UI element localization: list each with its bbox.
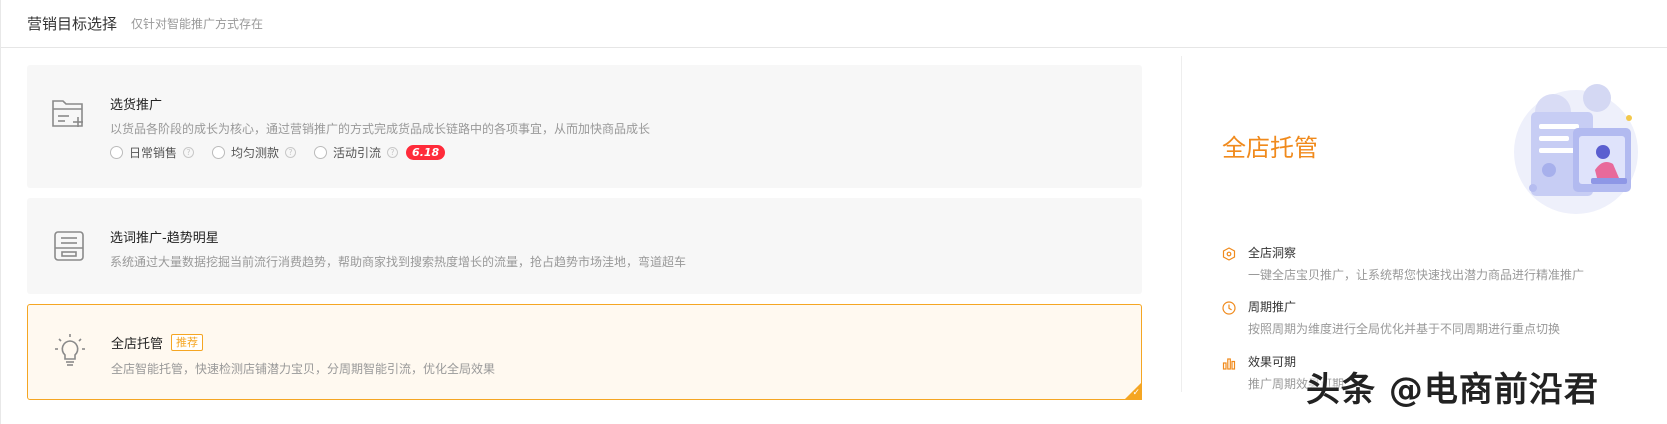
promotion-options: 日常销售 ? 均匀测款 ? 活动引流 ? 6.18 (110, 144, 446, 161)
card-title-row: 全店托管 推荐 (111, 333, 204, 352)
card-description: 以货品各阶段的成长为核心，通过营销推广的方式完成货品成长链路中的各项事宜，从而加… (110, 122, 651, 136)
recommend-badge: 推荐 (171, 334, 204, 351)
bar-chart-icon (1222, 355, 1236, 370)
clock-icon (1222, 300, 1236, 315)
help-icon[interactable]: ? (387, 147, 399, 158)
store-hosting-illustration (1491, 70, 1651, 220)
feature-name: 周期推广 (1248, 300, 1297, 314)
feature-name: 效果可期 (1248, 355, 1297, 369)
panel-title: 全店托管 (1222, 134, 1318, 162)
divider (1181, 56, 1182, 392)
folder-add-icon (49, 93, 89, 133)
option-label: 活动引流 (333, 146, 382, 160)
radio-button[interactable] (110, 146, 123, 159)
promo-618-tag: 6.18 (406, 145, 446, 160)
radio-button[interactable] (212, 146, 226, 159)
option-daily-sales[interactable]: 日常销售 ? (110, 144, 195, 161)
card-title: 选货推广 (110, 98, 163, 113)
cube-icon (1222, 246, 1236, 261)
goal-card-product-promotion[interactable]: 选货推广 以货品各阶段的成长为核心，通过营销推广的方式完成货品成长链路中的各项事… (27, 65, 1142, 188)
radio-button[interactable] (314, 146, 328, 159)
card-description: 全店智能托管，快速检测店铺潜力宝贝，分周期智能引流，优化全局效果 (111, 362, 496, 376)
option-even-testing[interactable]: 均匀测款 ? (212, 144, 297, 161)
card-title: 全店托管 (111, 337, 164, 352)
help-icon[interactable]: ? (285, 147, 297, 158)
page-title: 营销目标选择 (27, 15, 118, 33)
goal-card-trend-keywords[interactable]: 选词推广-趋势明星 系统通过大量数据挖掘当前流行消费趋势，帮助商家找到搜索热度增… (27, 198, 1142, 294)
feature-desc: 按照周期为维度进行全局优化并基于不同周期进行重点切换 (1248, 322, 1561, 336)
card-title: 选词推广-趋势明星 (110, 231, 219, 246)
check-icon: ✓ (1132, 388, 1140, 398)
option-label: 均匀测款 (231, 146, 280, 160)
page: 营销目标选择 仅针对智能推广方式存在 选货推广 以货品各阶段的成长为核心，通过营… (0, 0, 1667, 424)
goal-card-store-hosting[interactable]: 全店托管 推荐 全店智能托管，快速检测店铺潜力宝贝，分周期智能引流，优化全局效果… (27, 304, 1142, 400)
help-icon[interactable]: ? (183, 147, 195, 158)
option-event-traffic[interactable]: 活动引流 ? (314, 144, 399, 161)
watermark: 头条 @电商前沿君 (1306, 370, 1599, 410)
page-header: 营销目标选择 仅针对智能推广方式存在 (1, 0, 1667, 48)
page-subtitle: 仅针对智能推广方式存在 (131, 17, 264, 31)
option-label: 日常销售 (129, 146, 178, 160)
inbox-icon (49, 226, 89, 266)
lightbulb-icon (50, 331, 90, 371)
feature-name: 全店洞察 (1248, 246, 1297, 260)
card-description: 系统通过大量数据挖掘当前流行消费趋势，帮助商家找到搜索热度增长的流量，抢占趋势市… (110, 255, 687, 269)
feature-desc: 一键全店宝贝推广，让系统帮您快速找出潜力商品进行精准推广 (1248, 268, 1585, 282)
